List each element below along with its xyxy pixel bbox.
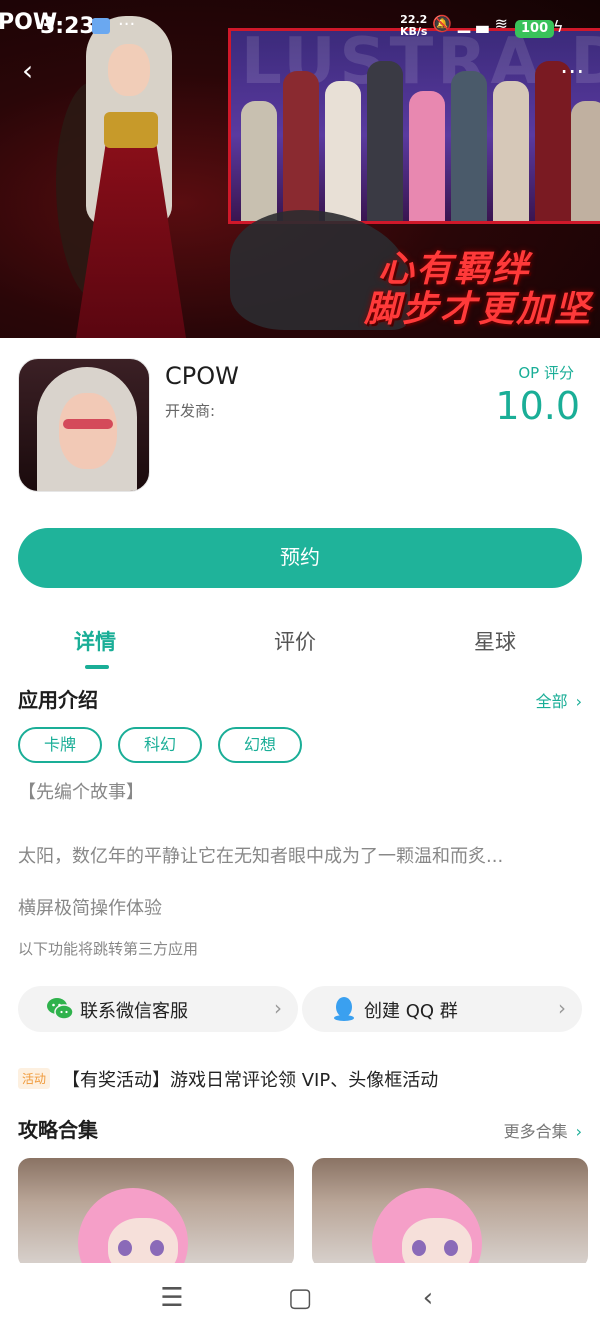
- more-notifications-icon: ···: [118, 14, 136, 35]
- chevron-right-icon: ›: [575, 1122, 582, 1141]
- home-icon[interactable]: ▢: [280, 1281, 320, 1315]
- status-time: 3:23: [40, 14, 95, 39]
- score-label: OP 评分: [518, 364, 574, 382]
- intro-paragraph: 横屏极简操作体验: [18, 898, 162, 919]
- more-options-icon[interactable]: ⋯: [556, 56, 588, 88]
- third-party-note: 以下功能将跳转第三方应用: [18, 940, 199, 958]
- card-character-eye: [444, 1240, 458, 1256]
- all-link-label: 全部: [535, 692, 568, 711]
- create-qq-group-label: 创建 QQ 群: [364, 1001, 458, 1022]
- wifi-icon: ≋: [494, 14, 514, 33]
- icon-face: [59, 393, 117, 469]
- back-icon[interactable]: ‹: [22, 56, 54, 88]
- tab-planet[interactable]: 星球: [474, 626, 516, 656]
- score-value: 10.0: [495, 384, 580, 428]
- wechat-icon: [47, 998, 74, 1020]
- gold-armor: [104, 112, 158, 148]
- developer-label: 开发商:: [165, 402, 216, 420]
- create-qq-group-button[interactable]: 创建 QQ 群 ›: [302, 986, 582, 1032]
- guides-more-link[interactable]: 更多合集 ›: [504, 1118, 582, 1142]
- status-icons: 🔕▁▃≋: [432, 14, 514, 33]
- app-icon: [18, 358, 150, 492]
- guides-section-title: 攻略合集: [18, 1118, 98, 1142]
- charging-icon: ϟ: [553, 17, 564, 36]
- wechat-service-label: 联系微信客服: [80, 1001, 188, 1022]
- guide-card[interactable]: [312, 1158, 588, 1268]
- back-nav-icon[interactable]: ‹: [408, 1281, 448, 1315]
- chevron-right-icon: ›: [575, 692, 582, 711]
- banner-slogan-line2: 脚步才更加坚: [363, 288, 592, 330]
- character: [571, 101, 600, 221]
- banner-artwork-panel: LUSTRA D BOO: [228, 28, 600, 224]
- card-character-eye: [412, 1240, 426, 1256]
- active-tab-indicator: [85, 665, 109, 669]
- activity-badge: 活动: [18, 1068, 51, 1089]
- intro-all-link[interactable]: 全部 ›: [536, 688, 582, 712]
- chevron-right-icon: ›: [274, 996, 282, 1020]
- character: [409, 91, 445, 221]
- intro-paragraph: 太阳，数亿年的平静让它在无知者眼中成为了一颗温和而炙...: [18, 846, 504, 867]
- activity-link[interactable]: 【有奖活动】游戏日常评论领 VIP、头像框活动: [62, 1066, 438, 1092]
- status-bar: POW 3:23 ··· 22.2 KB/s 🔕▁▃≋ 100 ϟ: [0, 0, 600, 56]
- tab-details[interactable]: 详情: [74, 626, 116, 656]
- character: [241, 101, 277, 221]
- character: [325, 81, 361, 221]
- network-speed-unit: KB/s: [400, 25, 428, 38]
- guide-card[interactable]: [18, 1158, 294, 1268]
- mute-icon: 🔕: [432, 14, 458, 33]
- card-character-eye: [118, 1240, 132, 1256]
- qq-icon: [334, 997, 354, 1021]
- icon-glasses: [63, 419, 113, 429]
- more-link-label: 更多合集: [503, 1122, 568, 1141]
- tag-fantasy[interactable]: 幻想: [218, 727, 302, 763]
- menu-icon[interactable]: ☰: [152, 1281, 192, 1315]
- reserve-button[interactable]: 预约: [18, 528, 582, 588]
- character: [451, 71, 487, 221]
- wechat-service-button[interactable]: 联系微信客服 ›: [18, 986, 298, 1032]
- network-speed: 22.2 KB/s: [400, 14, 427, 38]
- character: [367, 61, 403, 221]
- character: [493, 81, 529, 221]
- mail-notification-icon: [92, 18, 110, 34]
- tag-card[interactable]: 卡牌: [18, 727, 102, 763]
- system-navigation-bar: ☰ ▢ ‹: [0, 1263, 600, 1333]
- intro-paragraph: 【先编个故事】: [18, 782, 144, 803]
- heroine-figure: [56, 12, 206, 338]
- intro-section-title: 应用介绍: [18, 688, 98, 712]
- app-name: CPOW: [165, 362, 239, 390]
- signal-icon: ▁▃: [457, 14, 495, 33]
- tab-reviews[interactable]: 评价: [274, 626, 316, 656]
- card-character-eye: [150, 1240, 164, 1256]
- chevron-right-icon: ›: [558, 996, 566, 1020]
- battery-indicator: 100: [515, 20, 555, 38]
- character: [283, 71, 319, 221]
- tag-scifi[interactable]: 科幻: [118, 727, 202, 763]
